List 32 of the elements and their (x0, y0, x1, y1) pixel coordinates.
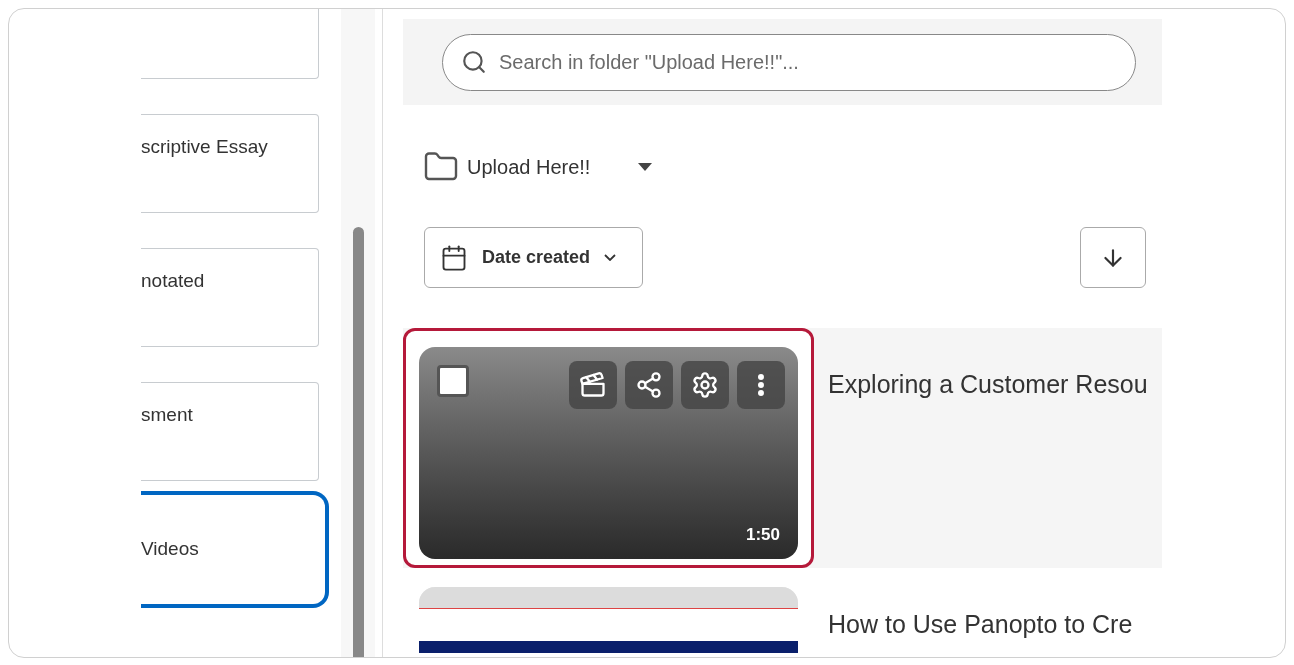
search-field[interactable]: Search in folder "Upload Here!!"... (442, 33, 1136, 91)
calendar-icon (440, 243, 468, 272)
video-title[interactable]: How to Use Panopto to Cre (828, 606, 1133, 644)
folder-card-label: Videos (141, 537, 199, 562)
sort-button[interactable]: Date created (424, 227, 643, 288)
search-icon (461, 49, 487, 75)
sort-direction-button[interactable] (1080, 227, 1146, 288)
settings-icon (691, 371, 719, 399)
caret-icon[interactable] (638, 163, 653, 171)
folder-card[interactable]: notated (141, 248, 319, 347)
share-icon (635, 371, 663, 399)
video-thumbnail[interactable]: 1:50 (419, 347, 798, 559)
chevron-down-icon (604, 254, 617, 261)
folder-card[interactable]: sment (141, 382, 319, 481)
folder-card-label: sment (141, 403, 193, 427)
folder-card-label: notated (141, 269, 205, 293)
video-duration: 1:50 (745, 523, 780, 546)
share-button[interactable] (625, 361, 673, 409)
folder-card-label: scriptive Essay (141, 135, 268, 159)
search-input[interactable]: Search in folder "Upload Here!!"... (499, 47, 1117, 77)
more-icon (758, 374, 764, 396)
scrollbar-thumb[interactable] (352, 227, 364, 657)
edit-video-button[interactable] (569, 361, 617, 409)
video-title[interactable]: Exploring a Customer Resou (828, 366, 1148, 404)
settings-button[interactable] (681, 361, 729, 409)
folder-name: Upload Here!! (467, 155, 591, 180)
video-row[interactable]: 1:50 Exploring a Customer Resou (403, 328, 1162, 568)
folder-card[interactable]: scriptive Essay (141, 114, 319, 213)
more-button[interactable] (737, 361, 785, 409)
folder-card[interactable]: Videos (141, 491, 329, 608)
checkbox[interactable] (437, 365, 469, 397)
clapperboard-icon (579, 371, 607, 399)
